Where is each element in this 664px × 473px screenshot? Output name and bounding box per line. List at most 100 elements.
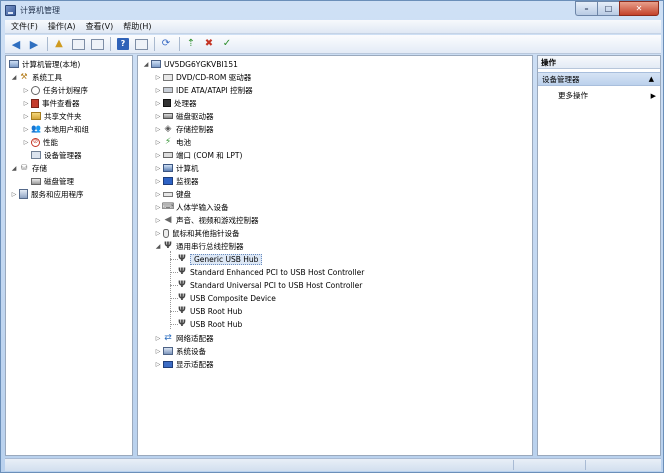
- show-hide-tree-icon[interactable]: [72, 38, 85, 50]
- device-category-mouse[interactable]: ▷ 鼠标和其他指针设备: [154, 227, 240, 239]
- expand-arrow-icon[interactable]: ▷: [154, 139, 162, 146]
- expand-arrow-icon[interactable]: ▷: [154, 152, 162, 159]
- device-category-battery[interactable]: ▷ ⚡ 电池: [154, 136, 191, 148]
- device-category-sound[interactable]: ▷ ◀ 声音、视频和游戏控制器: [154, 214, 259, 226]
- port-icon: [163, 152, 173, 158]
- device-category-dvd[interactable]: ▷ DVD/CD-ROM 驱动器: [154, 71, 252, 83]
- actions-section-label: 设备管理器: [542, 74, 580, 84]
- title-bar[interactable]: 计算机管理 – □ ✕: [1, 1, 663, 19]
- menu-action[interactable]: 操作(A): [48, 21, 76, 32]
- menu-help[interactable]: 帮助(H): [123, 21, 151, 32]
- tree-label: 磁盘管理: [44, 176, 74, 186]
- expand-arrow-icon[interactable]: ▷: [154, 217, 162, 224]
- usb-icon: Ψ: [178, 318, 186, 329]
- close-button[interactable]: ✕: [619, 1, 659, 16]
- collapse-arrow-icon[interactable]: ◢: [10, 74, 18, 81]
- up-folder-icon[interactable]: ▲: [51, 37, 67, 52]
- device-category-storage[interactable]: ▷ ◈ 存储控制器: [154, 123, 214, 135]
- expand-arrow-icon[interactable]: ▷: [154, 113, 162, 120]
- tree-label: 服务和应用程序: [31, 189, 84, 199]
- tree-label: 性能: [43, 137, 58, 147]
- collapse-up-icon[interactable]: ▲: [649, 75, 654, 83]
- actions-section-device-manager[interactable]: 设备管理器 ▲: [538, 72, 660, 86]
- expand-arrow-icon[interactable]: ▷: [154, 361, 162, 368]
- menu-view[interactable]: 查看(V): [86, 21, 114, 32]
- device-category-display[interactable]: ▷ 显示适配器: [154, 358, 214, 370]
- device-category-processor[interactable]: ▷ 处理器: [154, 97, 197, 109]
- tree-system-tools[interactable]: ◢ ⚒ 系统工具: [10, 71, 62, 83]
- expand-arrow-icon[interactable]: ▷: [154, 191, 162, 198]
- tree-disk-management[interactable]: 磁盘管理: [30, 175, 74, 187]
- tree-shared-folders[interactable]: ▷ 共享文件夹: [22, 110, 82, 122]
- expand-arrow-icon[interactable]: ▷: [22, 126, 30, 133]
- tree-local-users[interactable]: ▷ 👥 本地用户和组: [22, 123, 89, 135]
- device-category-ide[interactable]: ▷ IDE ATA/ATAPI 控制器: [154, 84, 253, 96]
- device-root[interactable]: ◢ UV5DG6YGKVBI151: [142, 58, 238, 70]
- expand-arrow-icon[interactable]: ▷: [154, 100, 162, 107]
- expand-arrow-icon[interactable]: ▷: [22, 139, 30, 146]
- device-category-system[interactable]: ▷ 系统设备: [154, 345, 206, 357]
- expand-arrow-icon[interactable]: ▷: [154, 87, 162, 94]
- usb-device-root-hub-1[interactable]: Ψ USB Root Hub: [176, 305, 242, 317]
- properties-icon[interactable]: [91, 38, 104, 50]
- enable-device-icon[interactable]: ✓: [219, 37, 235, 52]
- device-category-disk[interactable]: ▷ 磁盘驱动器: [154, 110, 214, 122]
- usb-device-root-hub-2[interactable]: Ψ USB Root Hub: [176, 318, 242, 330]
- usb-icon: Ψ: [178, 279, 186, 290]
- usb-icon: Ψ: [178, 253, 186, 264]
- device-category-hid[interactable]: ▷ ⌨ 人体学输入设备: [154, 201, 229, 213]
- collapse-arrow-icon[interactable]: ◢: [142, 61, 150, 68]
- expand-arrow-icon[interactable]: ▷: [154, 230, 162, 237]
- menu-file[interactable]: 文件(F): [11, 21, 38, 32]
- console-tree-pane[interactable]: 计算机管理(本地) ◢ ⚒ 系统工具 ▷ 任务计划程序 ▷ 事件查看器 ▷ 共享…: [5, 55, 133, 456]
- device-category-network[interactable]: ▷ ⇄ 网络适配器: [154, 332, 214, 344]
- tree-device-manager[interactable]: 设备管理器: [30, 149, 82, 161]
- expand-arrow-icon[interactable]: ▷: [154, 335, 162, 342]
- usb-device-composite[interactable]: Ψ USB Composite Device: [176, 292, 276, 304]
- category-label: 通用串行总线控制器: [176, 241, 244, 251]
- tree-services-apps[interactable]: ▷ 服务和应用程序: [10, 188, 84, 200]
- help-icon[interactable]: ?: [117, 38, 129, 50]
- show-action-pane-icon[interactable]: [135, 38, 148, 50]
- tree-performance[interactable]: ▷ ⊘ 性能: [22, 136, 58, 148]
- device-category-usb[interactable]: ◢ Ψ 通用串行总线控制器: [154, 240, 244, 252]
- expand-arrow-icon[interactable]: ▷: [154, 165, 162, 172]
- device-tree-pane[interactable]: ◢ UV5DG6YGKVBI151 ▷ DVD/CD-ROM 驱动器 ▷ IDE…: [137, 55, 533, 456]
- device-category-computer[interactable]: ▷ 计算机: [154, 162, 199, 174]
- computer-icon: [151, 60, 161, 68]
- forward-arrow-icon[interactable]: ▶: [26, 37, 42, 52]
- device-category-monitor[interactable]: ▷ 监视器: [154, 175, 199, 187]
- expand-arrow-icon[interactable]: ▷: [10, 191, 18, 198]
- tree-event-viewer[interactable]: ▷ 事件查看器: [22, 97, 80, 109]
- usb-device-generic-hub[interactable]: Ψ Generic USB Hub: [176, 253, 263, 265]
- device-category-ports[interactable]: ▷ 端口 (COM 和 LPT): [154, 149, 243, 161]
- expand-arrow-icon[interactable]: ▷: [154, 74, 162, 81]
- expand-arrow-icon[interactable]: ▷: [22, 113, 30, 120]
- expand-arrow-icon[interactable]: ▷: [22, 100, 30, 107]
- back-arrow-icon[interactable]: ◀: [8, 37, 24, 52]
- usb-device-universal-controller[interactable]: Ψ Standard Universal PCI to USB Host Con…: [176, 279, 362, 291]
- tree-storage[interactable]: ◢ ⛁ 存储: [10, 162, 47, 174]
- tree-task-scheduler[interactable]: ▷ 任务计划程序: [22, 84, 88, 96]
- expand-arrow-icon[interactable]: ▷: [154, 126, 162, 133]
- more-actions-item[interactable]: 更多操作 ▶: [558, 90, 656, 101]
- usb-device-enhanced-controller[interactable]: Ψ Standard Enhanced PCI to USB Host Cont…: [176, 266, 364, 278]
- actions-header: 操作: [538, 56, 660, 69]
- device-category-keyboard[interactable]: ▷ 键盘: [154, 188, 191, 200]
- update-driver-icon[interactable]: ⇡: [183, 37, 199, 52]
- tree-root[interactable]: 计算机管理(本地): [8, 58, 80, 70]
- maximize-button[interactable]: □: [597, 1, 619, 16]
- expand-arrow-icon[interactable]: ▷: [154, 178, 162, 185]
- device-label: Standard Enhanced PCI to USB Host Contro…: [190, 267, 365, 277]
- hid-icon: ⌨: [161, 201, 175, 212]
- device-manager-icon: [31, 151, 41, 159]
- tree-label: 本地用户和组: [44, 124, 89, 134]
- collapse-arrow-icon[interactable]: ◢: [10, 165, 18, 172]
- minimize-button[interactable]: –: [575, 1, 597, 16]
- expand-arrow-icon[interactable]: ▷: [154, 348, 162, 355]
- menu-bar: 文件(F) 操作(A) 查看(V) 帮助(H): [5, 20, 661, 34]
- uninstall-device-icon[interactable]: ✖: [201, 37, 217, 52]
- collapse-arrow-icon[interactable]: ◢: [154, 243, 162, 250]
- scan-hardware-icon[interactable]: ⟳: [158, 37, 174, 52]
- expand-arrow-icon[interactable]: ▷: [22, 87, 30, 94]
